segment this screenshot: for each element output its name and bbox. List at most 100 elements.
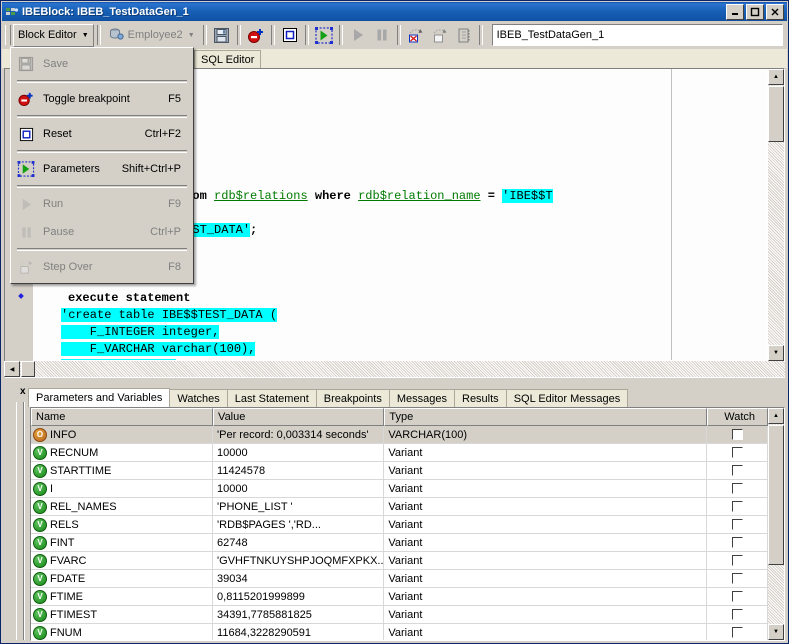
watch-checkbox[interactable] <box>731 555 743 566</box>
parameters-button[interactable] <box>312 24 336 47</box>
tab-sql-editor[interactable]: SQL Editor <box>194 50 262 68</box>
editor-outer-hscrollbar[interactable]: ◀ <box>4 361 785 377</box>
bottom-tab-sql-editor-messages[interactable]: SQL Editor Messages <box>505 389 629 407</box>
cell-value[interactable]: 62748 <box>213 534 385 551</box>
grid-column-header-value[interactable]: Value <box>213 408 385 426</box>
maximize-button[interactable] <box>746 4 764 20</box>
pause-button[interactable] <box>370 24 394 47</box>
dock-grip[interactable] <box>16 402 24 640</box>
grid-scroll-up-arrow-icon[interactable]: ▲ <box>768 408 784 424</box>
bottom-tab-breakpoints[interactable]: Breakpoints <box>315 389 390 407</box>
watch-checkbox[interactable] <box>731 429 743 440</box>
menu-item-reset[interactable]: Reset Ctrl+F2 <box>11 120 193 148</box>
table-row[interactable]: V RECNUM 10000 Variant <box>31 444 768 462</box>
editor-vscroll-thumb[interactable] <box>768 86 784 142</box>
block-editor-menu[interactable]: Save Toggle breakpoint F5 Reset Ctrl+F2 Param… <box>10 47 194 284</box>
table-row[interactable]: V FVARC 'GVHFTNKUYSHPJOQMFXPKX... Variant <box>31 552 768 570</box>
step-out-button[interactable] <box>452 24 476 47</box>
outer-hscroll-thumb[interactable] <box>21 361 35 377</box>
save-button[interactable] <box>210 24 234 47</box>
toggle-breakpoint-button[interactable] <box>244 24 268 47</box>
grid-column-header-name[interactable]: Name <box>31 408 214 426</box>
run-button[interactable] <box>346 24 370 47</box>
connection-dropdown[interactable]: Employee2 ▼ <box>104 24 200 47</box>
cell-watch[interactable] <box>707 426 768 443</box>
cell-watch[interactable] <box>707 516 768 533</box>
cell-watch[interactable] <box>707 552 768 569</box>
cell-value[interactable]: 'RDB$PAGES ','RD... <box>213 516 385 533</box>
cell-value[interactable]: 10000 <box>213 444 385 461</box>
block-name-field[interactable]: IBEB_TestDataGen_1 <box>491 24 783 46</box>
watch-checkbox[interactable] <box>731 501 743 512</box>
bottom-tab-watches[interactable]: Watches <box>169 389 228 407</box>
table-row[interactable]: O INFO 'Per record: 0,003314 seconds' VARCH… <box>31 426 768 444</box>
table-row[interactable]: V REL_NAMES 'PHONE_LIST ' Variant <box>31 498 768 516</box>
grid-vscroll-thumb[interactable] <box>768 425 784 565</box>
watch-checkbox[interactable] <box>731 591 743 602</box>
cell-watch[interactable] <box>707 462 768 479</box>
cell-watch[interactable] <box>707 444 768 461</box>
grid-body[interactable]: O INFO 'Per record: 0,003314 seconds' VARCH… <box>31 426 768 640</box>
floppy-disk-icon <box>15 54 37 74</box>
grid-column-header-type[interactable]: Type <box>384 408 708 426</box>
bottom-tab-last-statement[interactable]: Last Statement <box>226 389 317 407</box>
variable-value: 'RDB$PAGES ','RD... <box>217 518 321 531</box>
step-over-button[interactable] <box>428 24 452 47</box>
cell-value[interactable]: 39034 <box>213 570 385 587</box>
right-margin-line <box>671 69 672 360</box>
bottom-tab-messages[interactable]: Messages <box>388 389 455 407</box>
cell-value[interactable]: 10000 <box>213 480 385 497</box>
cell-watch[interactable] <box>707 480 768 497</box>
watch-checkbox[interactable] <box>731 483 743 494</box>
outer-scroll-left-arrow-icon[interactable]: ◀ <box>4 361 20 377</box>
cell-value[interactable]: 'GVHFTNKUYSHPJOQMFXPKX... <box>213 552 385 569</box>
table-row[interactable]: V I 10000 Variant <box>31 480 768 498</box>
menu-item-label: Save <box>43 58 69 70</box>
table-row[interactable]: V STARTTIME 11424578 Variant <box>31 462 768 480</box>
watch-checkbox[interactable] <box>731 609 743 620</box>
block-editor-dropdown[interactable]: Block Editor ▼ <box>13 23 94 47</box>
bottom-tab-parameters-and-variables[interactable]: Parameters and Variables <box>28 388 171 407</box>
dock-close-button[interactable]: x <box>20 387 26 397</box>
reset-button[interactable] <box>278 24 302 47</box>
table-row[interactable]: V FTIMEST 34391,7785881825 Variant <box>31 606 768 624</box>
minimize-button[interactable] <box>726 4 744 20</box>
cell-watch[interactable] <box>707 534 768 551</box>
cell-watch[interactable] <box>707 498 768 515</box>
cell-watch[interactable] <box>707 624 768 640</box>
table-row[interactable]: V FNUM 11684,3228290591 Variant <box>31 624 768 640</box>
editor-vertical-scrollbar[interactable]: ▲ ▼ <box>768 69 784 361</box>
variables-grid[interactable]: Name Value Type Watch O INFO 'Per record: 0,0… <box>30 407 785 641</box>
bottom-tab-results[interactable]: Results <box>454 389 507 407</box>
scroll-down-arrow-icon[interactable]: ▼ <box>768 345 784 361</box>
cell-value[interactable]: 'PHONE_LIST ' <box>213 498 385 515</box>
table-row[interactable]: V FDATE 39034 Variant <box>31 570 768 588</box>
menu-item-toggle-breakpoint[interactable]: Toggle breakpoint F5 <box>11 85 193 113</box>
cell-value[interactable]: 11424578 <box>213 462 385 479</box>
watch-checkbox[interactable] <box>731 627 743 638</box>
watch-checkbox[interactable] <box>731 519 743 530</box>
cell-watch[interactable] <box>707 588 768 605</box>
table-row[interactable]: V RELS 'RDB$PAGES ','RD... Variant <box>31 516 768 534</box>
close-button[interactable] <box>766 4 784 20</box>
cell-value[interactable]: 0,8115201999899 <box>213 588 385 605</box>
grid-vertical-scrollbar[interactable]: ▲ ▼ <box>768 408 784 640</box>
step-into-button[interactable] <box>404 24 428 47</box>
toolbar-grip[interactable] <box>5 25 11 45</box>
watch-checkbox[interactable] <box>731 447 743 458</box>
table-row[interactable]: V FINT 62748 Variant <box>31 534 768 552</box>
watch-checkbox[interactable] <box>731 537 743 548</box>
watch-checkbox[interactable] <box>731 465 743 476</box>
menu-item-parameters[interactable]: Parameters Shift+Ctrl+P <box>11 155 193 183</box>
grid-column-header-watch[interactable]: Watch <box>707 408 768 426</box>
cell-watch[interactable] <box>707 570 768 587</box>
cell-value[interactable]: 34391,7785881825 <box>213 606 385 623</box>
cell-value[interactable]: 'Per record: 0,003314 seconds' <box>213 426 385 443</box>
cell-value[interactable]: 11684,3228290591 <box>213 624 385 640</box>
cell-name: V FNUM <box>31 624 214 640</box>
grid-scroll-down-arrow-icon[interactable]: ▼ <box>768 624 784 640</box>
table-row[interactable]: V FTIME 0,8115201999899 Variant <box>31 588 768 606</box>
cell-watch[interactable] <box>707 606 768 623</box>
watch-checkbox[interactable] <box>731 573 743 584</box>
scroll-up-arrow-icon[interactable]: ▲ <box>768 69 784 85</box>
